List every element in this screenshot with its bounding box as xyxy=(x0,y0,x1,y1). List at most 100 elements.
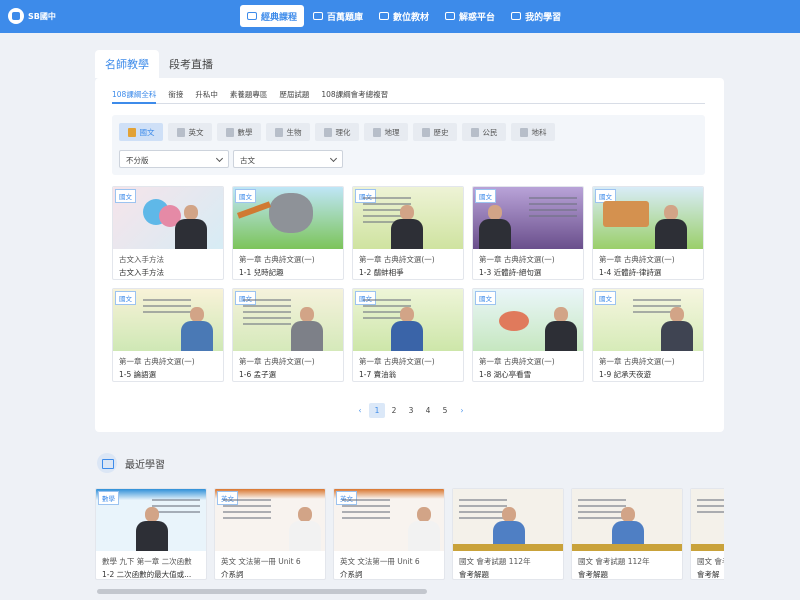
book-open-icon xyxy=(97,453,117,473)
subject-geography[interactable]: 地理 xyxy=(364,123,408,141)
video-card[interactable]: 國文 第一章 古典詩文選(一) 1-3 近體詩-絕句選 xyxy=(472,186,584,280)
recent-card[interactable]: 英文 英文 文法第一冊 Unit 6 介系詞 xyxy=(333,488,445,580)
recent-chapter: 國文 會考試題 112年 xyxy=(578,557,650,566)
video-thumbnail: 國文 xyxy=(233,187,343,249)
video-card[interactable]: 國文 第一章 古典詩文選(一) 1-6 孟子選 xyxy=(232,288,344,382)
video-card[interactable]: 國文 第一章 古典詩文選(一) 1-8 湖心亭看雪 xyxy=(472,288,584,382)
subtab-108-all[interactable]: 108課綱全科 xyxy=(112,86,157,104)
subject-civics[interactable]: 公民 xyxy=(462,123,506,141)
nav-item-my-learning[interactable]: 我的學習 xyxy=(504,5,568,27)
brand-name: SB國中 xyxy=(28,11,56,21)
recent-card[interactable]: 數學 數學 九下 第一章 二次函數 1-2 二次函數的最大值或... xyxy=(95,488,207,580)
video-card[interactable]: 國文 第一章 古典詩文選(一) 1-2 鷸蚌相爭 xyxy=(352,186,464,280)
video-thumbnail: 國文 xyxy=(473,289,583,351)
book-icon xyxy=(519,127,528,137)
subtab-bridge[interactable]: 銜接 xyxy=(168,86,183,103)
video-thumbnail: 國文 xyxy=(113,187,223,249)
tab-exam-live[interactable]: 段考直播 xyxy=(159,50,223,78)
subject-history[interactable]: 歷史 xyxy=(413,123,457,141)
brand-logo[interactable]: SB國中 xyxy=(8,8,56,24)
recent-card[interactable]: 國文 會考 會考解 xyxy=(690,488,724,580)
book-icon xyxy=(470,127,479,137)
horizontal-scrollbar[interactable] xyxy=(97,589,427,594)
video-thumbnail xyxy=(572,489,682,551)
nav-item-classic-courses[interactable]: 經典課程 xyxy=(240,5,305,27)
book-icon xyxy=(421,127,430,137)
recent-title: 介系詞 xyxy=(221,570,244,579)
recent-heading: 最近學習 xyxy=(125,459,165,471)
page-4-button[interactable]: 4 xyxy=(420,403,436,418)
nav-item-question-bank[interactable]: 百萬題庫 xyxy=(306,5,370,27)
recent-chapter: 國文 會考試題 112年 xyxy=(459,557,531,566)
video-title: 古文入手方法 xyxy=(119,268,164,277)
video-card[interactable]: 國文 第一章 古典詩文選(一) 1-9 記承天夜遊 xyxy=(592,288,704,382)
subject-tag: 國文 xyxy=(595,291,616,305)
subject-math[interactable]: 數學 xyxy=(217,123,261,141)
page-3-button[interactable]: 3 xyxy=(403,403,419,418)
video-title: 1-8 湖心亭看雪 xyxy=(479,370,532,379)
video-card[interactable]: 國文 第一章 古典詩文選(一) 1-4 近體詩-律詩選 xyxy=(592,186,704,280)
video-chapter: 第一章 古典詩文選(一) xyxy=(599,357,675,366)
recent-header: 最近學習 xyxy=(97,453,165,473)
tab-famous-teachers[interactable]: 名師教學 xyxy=(95,50,159,78)
video-thumbnail xyxy=(691,489,724,551)
recent-card[interactable]: 英文 英文 文法第一冊 Unit 6 介系詞 xyxy=(214,488,326,580)
next-page-button[interactable]: › xyxy=(454,403,470,418)
category-select[interactable]: 古文 xyxy=(233,150,343,168)
video-card[interactable]: 國文 古文入手方法 古文入手方法 xyxy=(112,186,224,280)
version-select[interactable]: 不分版 xyxy=(119,150,229,168)
video-card[interactable]: 國文 第一章 古典詩文選(一) 1-5 論語選 xyxy=(112,288,224,382)
teacher-image xyxy=(391,307,423,351)
video-card[interactable]: 國文 第一章 古典詩文選(一) 1-7 賣油翁 xyxy=(352,288,464,382)
video-chapter: 第一章 古典詩文選(一) xyxy=(359,255,435,264)
subtab-past-exams[interactable]: 歷屆試題 xyxy=(279,86,309,103)
cloud-icon xyxy=(379,12,390,20)
recent-list: 數學 數學 九下 第一章 二次函數 1-2 二次函數的最大值或... 英文 英文… xyxy=(95,488,724,580)
video-chapter: 第一章 古典詩文選(一) xyxy=(599,255,675,264)
video-thumbnail: 國文 xyxy=(113,289,223,351)
pagination: ‹ 1 2 3 4 5 › xyxy=(352,403,471,418)
video-thumbnail xyxy=(453,489,563,551)
video-thumbnail: 國文 xyxy=(233,289,343,351)
recent-title: 會考解 xyxy=(697,570,720,579)
page-5-button[interactable]: 5 xyxy=(437,403,453,418)
teacher-image xyxy=(655,205,687,249)
teacher-image xyxy=(175,205,207,249)
nav-item-digital-materials[interactable]: 數位教材 xyxy=(372,5,436,27)
subject-english[interactable]: 英文 xyxy=(168,123,212,141)
page-2-button[interactable]: 2 xyxy=(386,403,402,418)
subject-earth-science[interactable]: 地科 xyxy=(511,123,555,141)
subject-tag: 國文 xyxy=(475,189,496,203)
subject-chinese[interactable]: 國文 xyxy=(119,123,163,141)
nav-item-qa-platform[interactable]: 解惑平台 xyxy=(438,5,502,27)
search-icon xyxy=(445,12,456,20)
page-1-button[interactable]: 1 xyxy=(369,403,385,418)
subject-tag: 國文 xyxy=(115,291,136,305)
video-title: 1-6 孟子選 xyxy=(239,370,277,379)
play-icon xyxy=(247,12,257,20)
recent-chapter: 數學 九下 第一章 二次函數 xyxy=(102,557,192,566)
recent-title: 1-2 二次函數的最大值或... xyxy=(102,570,192,579)
video-thumbnail: 國文 xyxy=(473,187,583,249)
subject-physics-chemistry[interactable]: 理化 xyxy=(315,123,359,141)
teacher-image xyxy=(479,205,511,249)
book-icon xyxy=(274,127,283,137)
recent-card[interactable]: 國文 會考試題 112年 會考解題 xyxy=(452,488,564,580)
recent-card[interactable]: 國文 會考試題 112年 會考解題 xyxy=(571,488,683,580)
video-thumbnail: 國文 xyxy=(593,289,703,351)
subtab-exam-review[interactable]: 108課綱會考總複習 xyxy=(321,86,388,103)
video-title: 1-3 近體詩-絕句選 xyxy=(479,268,542,277)
subtab-private-school[interactable]: 升私中 xyxy=(195,86,218,103)
subtab-literacy[interactable]: 素養題專區 xyxy=(230,86,268,103)
video-card[interactable]: 國文 第一章 古典詩文選(一) 1-1 兒時記趣 xyxy=(232,186,344,280)
top-nav-bar: SB國中 經典課程 百萬題庫 數位教材 解惑平台 我的學習 xyxy=(0,0,800,33)
subject-tag: 國文 xyxy=(235,189,256,203)
book-icon xyxy=(176,127,185,137)
recent-title: 介系詞 xyxy=(340,570,363,579)
teacher-image xyxy=(545,307,577,351)
subject-filter: 國文 英文 數學 生物 理化 地理 歷史 公民 地科 不分版 古文 xyxy=(112,115,705,175)
subject-biology[interactable]: 生物 xyxy=(266,123,310,141)
teacher-image xyxy=(391,205,423,249)
prev-page-button[interactable]: ‹ xyxy=(352,403,368,418)
logo-icon xyxy=(8,8,24,24)
